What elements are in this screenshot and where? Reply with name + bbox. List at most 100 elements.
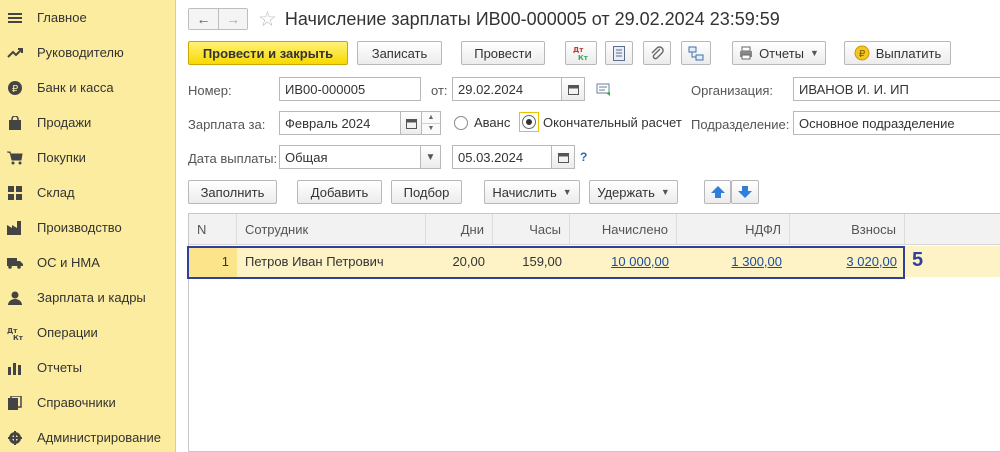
fill-button[interactable]: Заполнить	[188, 180, 277, 204]
sidebar-item-references[interactable]: Справочники	[0, 385, 175, 420]
organization-field[interactable]	[793, 77, 1000, 101]
pay-date-input[interactable]	[458, 149, 551, 165]
accrue-label: Начислить	[492, 184, 557, 200]
sidebar-item-manager[interactable]: Руководителю	[0, 35, 175, 70]
dt-kt-icon: ДтКт	[573, 46, 589, 61]
calendar-icon	[405, 118, 417, 129]
help-icon[interactable]: ?	[580, 150, 587, 164]
department-input[interactable]	[799, 115, 1000, 131]
chevron-up-icon[interactable]: ▲	[422, 112, 440, 123]
structure-button[interactable]	[681, 41, 711, 65]
add-button[interactable]: Добавить	[297, 180, 382, 204]
column-header-accrued[interactable]: Начислено	[570, 214, 677, 245]
comment-icon[interactable]	[596, 83, 612, 97]
pay-button[interactable]: ₽ Выплатить	[844, 41, 951, 65]
advance-radio[interactable]: Аванс	[454, 115, 510, 130]
final-settlement-radio[interactable]: Окончательный расчет	[519, 112, 682, 132]
post-and-close-button[interactable]: Провести и закрыть	[188, 41, 348, 65]
forward-arrow-icon[interactable]: →	[218, 9, 247, 29]
selection-button[interactable]: Подбор	[391, 180, 462, 204]
final-settlement-label: Окончательный расчет	[543, 114, 682, 130]
pay-date-field[interactable]	[452, 145, 552, 169]
sidebar-item-assets[interactable]: ОС и НМА	[0, 245, 175, 280]
warehouse-icon	[6, 184, 24, 202]
chevron-down-icon[interactable]: ▼	[422, 122, 440, 135]
back-arrow-icon[interactable]: ←	[189, 9, 218, 29]
document-list-button[interactable]	[605, 41, 633, 65]
department-label: Подразделение:	[691, 117, 790, 132]
organization-label: Организация:	[691, 83, 774, 98]
post-button[interactable]: Провести	[461, 41, 545, 65]
cart-icon	[6, 149, 24, 167]
paperclip-icon	[651, 46, 664, 60]
table-row[interactable]: 1 Петров Иван Петрович 20,00 159,00 10 0…	[189, 246, 1000, 277]
days-cell[interactable]: 20,00	[426, 246, 493, 277]
date-input[interactable]	[458, 81, 561, 97]
sidebar-item-operations[interactable]: Дт Кт Операции	[0, 315, 175, 350]
sidebar-item-label: Администрирование	[37, 430, 161, 445]
salary-period-field[interactable]	[279, 111, 401, 135]
radio-circle-selected[interactable]	[522, 115, 536, 129]
sidebar-item-admin[interactable]: Администрирование	[0, 420, 175, 452]
pay-date-type-select[interactable]: Общая	[279, 145, 421, 169]
pay-date-calendar-button[interactable]	[551, 145, 575, 169]
accrued-link[interactable]: 10 000,00	[570, 246, 677, 277]
chevron-down-icon: ▼	[425, 151, 436, 163]
column-header-contributions[interactable]: Взносы	[790, 214, 905, 245]
pay-date-type-value: Общая	[285, 149, 328, 165]
sidebar-item-production[interactable]: Производство	[0, 210, 175, 245]
organization-input[interactable]	[799, 81, 1000, 97]
chevron-down-icon: ▼	[810, 48, 819, 58]
nav-buttons: ← →	[188, 8, 248, 30]
number-field[interactable]	[279, 77, 421, 101]
chevron-down-icon: ▼	[562, 187, 572, 197]
period-calendar-button[interactable]	[400, 111, 422, 135]
sidebar-item-sales[interactable]: Продажи	[0, 105, 175, 140]
accrue-dropdown[interactable]: Начислить ▼	[484, 180, 580, 204]
attach-button[interactable]	[643, 41, 671, 65]
radio-circle[interactable]	[454, 115, 468, 130]
sidebar-item-warehouse[interactable]: Склад	[0, 175, 175, 210]
sidebar-item-label: Справочники	[37, 395, 116, 410]
column-header-days[interactable]: Дни	[426, 214, 493, 245]
hours-cell[interactable]: 159,00	[493, 246, 570, 277]
star-icon[interactable]: ☆	[258, 9, 277, 30]
number-input[interactable]	[285, 81, 420, 97]
page-title: Начисление зарплаты ИВ00-000005 от 29.02…	[284, 8, 780, 29]
dt-kt-icon: ДтКт	[6, 324, 24, 342]
calendar-icon	[557, 152, 569, 163]
sidebar-item-salary[interactable]: Зарплата и кадры	[0, 280, 175, 315]
truck-icon	[6, 254, 24, 272]
sidebar-item-bank[interactable]: ₽ Банк и касса	[0, 70, 175, 105]
withhold-dropdown[interactable]: Удержать ▼	[589, 180, 678, 204]
svg-text:Кт: Кт	[13, 334, 23, 340]
column-header-hours[interactable]: Часы	[493, 214, 570, 245]
sidebar-item-main[interactable]: Главное	[0, 0, 175, 35]
move-up-button[interactable]	[704, 180, 731, 204]
save-button[interactable]: Записать	[357, 41, 442, 65]
column-header-ndfl[interactable]: НДФЛ	[677, 214, 790, 245]
advance-label: Аванс	[474, 115, 511, 130]
department-field[interactable]	[793, 111, 1000, 135]
dt-kt-button[interactable]: Дт Кт	[565, 41, 597, 65]
sidebar-item-label: Покупки	[37, 150, 86, 165]
employee-cell[interactable]: Петров Иван Петрович	[237, 246, 426, 277]
move-down-button[interactable]	[731, 180, 759, 204]
pay-date-type-dropdown[interactable]: ▼	[420, 145, 441, 169]
ndfl-link[interactable]: 1 300,00	[677, 246, 790, 277]
trend-icon	[6, 44, 24, 62]
column-header-n[interactable]: N	[189, 214, 237, 245]
salary-period-input[interactable]	[285, 115, 400, 131]
structure-icon	[688, 46, 704, 60]
sidebar-item-label: Руководителю	[37, 45, 124, 60]
sidebar-item-purchases[interactable]: Покупки	[0, 140, 175, 175]
date-field[interactable]	[452, 77, 562, 101]
column-header-employee[interactable]: Сотрудник	[237, 214, 426, 245]
document-icon	[613, 45, 625, 61]
calendar-button[interactable]	[561, 77, 585, 101]
sidebar-item-label: ОС и НМА	[37, 255, 100, 270]
contributions-link[interactable]: 3 020,00	[790, 246, 905, 277]
reports-dropdown[interactable]: Отчеты ▼	[732, 41, 826, 65]
period-stepper[interactable]: ▲ ▼	[421, 111, 441, 135]
sidebar-item-reports[interactable]: Отчеты	[0, 350, 175, 385]
